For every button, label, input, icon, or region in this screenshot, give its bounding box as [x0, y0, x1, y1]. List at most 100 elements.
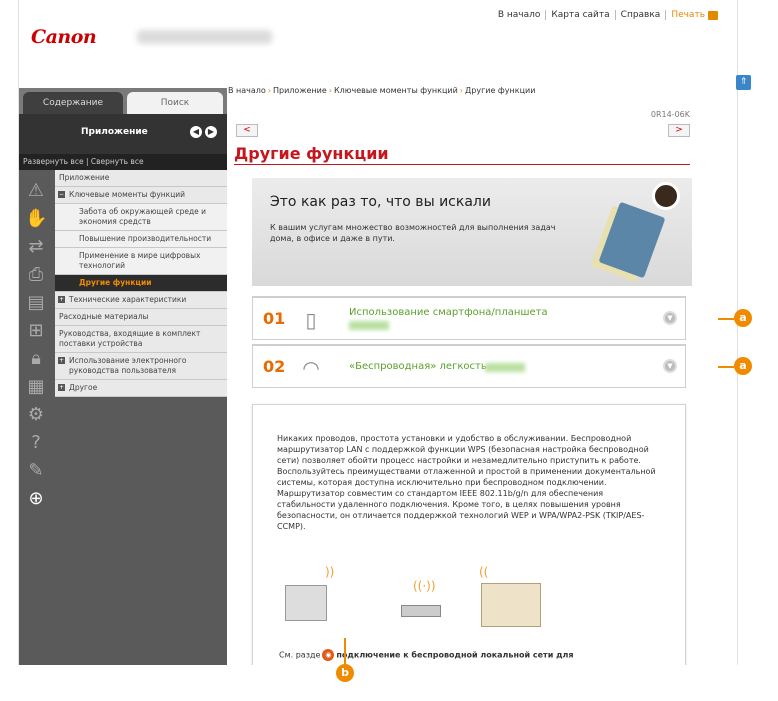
description-text: Никаких проводов, простота установки и у…: [277, 434, 656, 531]
tree-item-label: Другое: [69, 383, 98, 392]
page-title: Другие функции: [234, 144, 389, 163]
expand-feature-button[interactable]: ▼: [663, 359, 677, 373]
tree-item-label: Использование электронного руководства п…: [69, 356, 187, 375]
category-icons: ⚠ ✋ ⇄ ⎙ ▤ ⊞ 🔒︎ ▦ ⚙ ? ✎ ⊕: [19, 170, 55, 665]
expand-feature-button[interactable]: ▼: [663, 311, 677, 325]
model-tag-blur: [349, 321, 389, 330]
feature-wireless[interactable]: 02 ◠ «Беспроводная» легкость ▼: [252, 344, 686, 388]
callout-b: b: [336, 664, 354, 682]
wifi-signal-icon: )): [325, 565, 335, 579]
callout-line-a: [718, 318, 734, 320]
print-icon[interactable]: ⎙: [25, 264, 47, 286]
feature-smartphone[interactable]: 01 ▯ Использование смартфона/планшета ▼: [252, 296, 686, 340]
see-prefix: См. разде: [279, 650, 321, 660]
tree-item[interactable]: Расходные материалы: [55, 309, 227, 326]
tree-item-label: Ключевые моменты функций: [69, 190, 186, 199]
tree-item[interactable]: Применение в мире цифровых технологий: [55, 248, 227, 275]
device-icon[interactable]: ▦: [25, 376, 47, 398]
feature-description-panel: Никаких проводов, простота установки и у…: [252, 404, 686, 665]
tree-item[interactable]: + Другое: [55, 380, 227, 397]
section-title: Приложение: [81, 127, 148, 137]
tree-item[interactable]: + Технические характеристики: [55, 292, 227, 309]
callout-line-b: [344, 638, 346, 664]
tab-contents[interactable]: Содержание: [23, 92, 123, 114]
smartphone-icon: ▯: [305, 308, 317, 332]
prev-page-button[interactable]: <: [236, 124, 258, 137]
section-header: Приложение ◀ ▶: [19, 114, 227, 154]
lock-icon[interactable]: 🔒︎: [25, 348, 47, 370]
banner: Это как раз то, что вы искали К вашим ус…: [252, 178, 692, 286]
expand-icon[interactable]: +: [58, 296, 65, 303]
link-marker-icon: ◉: [322, 649, 335, 661]
sidebar: Содержание Поиск Приложение ◀ ▶ Разверну…: [19, 88, 227, 665]
hand-icon[interactable]: ✋: [25, 208, 47, 230]
wifi-signal-icon: ((: [479, 565, 489, 579]
printer-image: [481, 583, 541, 627]
copy-icon[interactable]: ▤: [25, 292, 47, 314]
expand-collapse-all[interactable]: Развернуть все | Свернуть все: [19, 154, 227, 170]
tablet-image: [598, 201, 666, 279]
header: Canon В начало Карта сайта Справка Печат…: [19, 0, 737, 70]
title-rule: [234, 164, 690, 165]
feature-number: 01: [263, 309, 286, 328]
breadcrumb-highlights[interactable]: Ключевые моменты функций: [334, 86, 458, 95]
model-name-blur: [137, 30, 272, 44]
breadcrumb-current: Другие функции: [465, 86, 536, 95]
top-links: В начало Карта сайта Справка Печать: [493, 10, 723, 20]
callout-line-a: [718, 366, 734, 368]
tree-item[interactable]: + Использование электронного руководства …: [55, 353, 227, 380]
plus-icon[interactable]: ⊕: [25, 488, 47, 510]
breadcrumb-home[interactable]: В начало: [228, 86, 266, 95]
network-icon[interactable]: ⊞: [25, 320, 47, 342]
wifi-signal-icon: ((·)): [413, 579, 436, 593]
tree-item-active[interactable]: Другие функции: [55, 275, 227, 292]
model-tag-blur: [485, 363, 525, 372]
expand-icon[interactable]: +: [58, 357, 65, 364]
wrench-icon[interactable]: ✎: [25, 460, 47, 482]
collapse-icon[interactable]: −: [58, 191, 65, 198]
feature-title: «Беспроводная» легкость: [349, 361, 487, 372]
feature-number: 02: [263, 357, 286, 376]
printer-icon: [708, 10, 718, 20]
coffee-cup-image: [652, 182, 680, 210]
next-section-icon[interactable]: ▶: [205, 126, 217, 138]
tree-item[interactable]: Забота об окружающей среде и экономия ср…: [55, 204, 227, 231]
connect-icon[interactable]: ⇄: [25, 236, 47, 258]
prev-section-icon[interactable]: ◀: [190, 126, 202, 138]
home-link[interactable]: В начало: [493, 10, 546, 20]
help-link[interactable]: Справка: [614, 10, 666, 20]
tree-item[interactable]: Повышение производительности: [55, 231, 227, 248]
router-image: [401, 605, 441, 617]
tree-item[interactable]: Приложение: [55, 170, 227, 187]
sidebar-tabs: Содержание Поиск: [19, 88, 227, 114]
feature-title: Использование смартфона/планшета: [349, 307, 548, 318]
canon-logo: Canon: [31, 26, 97, 48]
scroll-top-icon[interactable]: ⇑: [736, 75, 751, 90]
tree-item[interactable]: − Ключевые моменты функций: [55, 187, 227, 204]
callout-a: a: [734, 309, 752, 327]
devices-illustration: )) ((·)) ((: [281, 565, 661, 645]
contents-tree: Приложение − Ключевые моменты функций Заб…: [55, 170, 227, 397]
expand-icon[interactable]: +: [58, 384, 65, 391]
print-label: Печать: [671, 10, 705, 20]
gear-icon[interactable]: ⚙: [25, 404, 47, 426]
see-link[interactable]: подключение к беспроводной локальной сет…: [336, 651, 573, 660]
see-also: См. разде ◉ подключение к беспроводной лок…: [279, 649, 574, 661]
page-code: 0R14-06K: [650, 110, 690, 119]
main-content: В начало › Приложение › Ключевые моменты фун…: [228, 86, 720, 665]
print-link[interactable]: Печать: [665, 10, 723, 20]
tree-item-label: Технические характеристики: [69, 295, 187, 304]
help-icon[interactable]: ?: [25, 432, 47, 454]
next-page-button[interactable]: >: [668, 124, 690, 137]
sitemap-link[interactable]: Карта сайта: [545, 10, 614, 20]
banner-title: Это как раз то, что вы искали: [270, 194, 491, 210]
wifi-icon: ◠: [302, 356, 320, 380]
tab-search[interactable]: Поиск: [127, 92, 223, 114]
computer-image: [285, 585, 327, 621]
banner-subtitle: К вашим услугам множество возможностей д…: [270, 223, 556, 243]
callout-a: a: [734, 357, 752, 375]
warning-icon[interactable]: ⚠: [25, 180, 47, 202]
tree-item[interactable]: Руководства, входящие в комплект поставк…: [55, 326, 227, 353]
breadcrumb-appendix[interactable]: Приложение: [273, 86, 327, 95]
breadcrumb: В начало › Приложение › Ключевые моменты фун…: [228, 86, 536, 95]
